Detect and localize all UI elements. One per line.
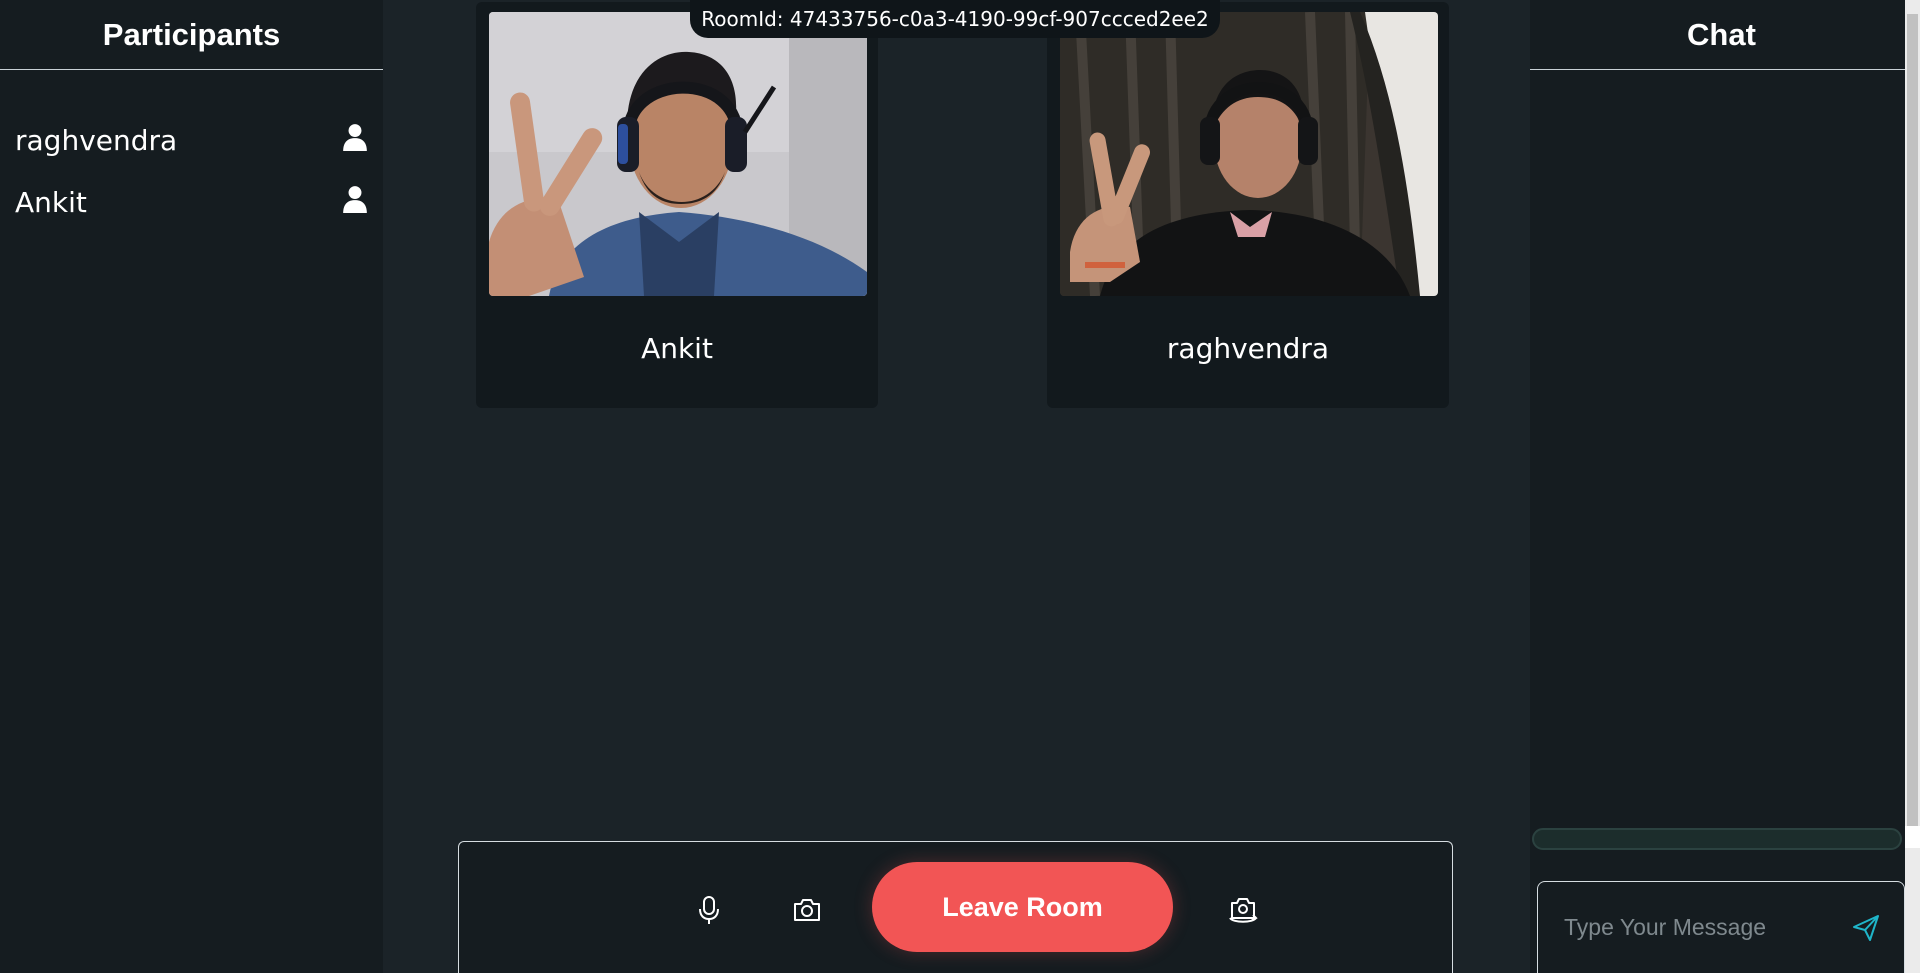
chat-title: Chat <box>1530 0 1913 70</box>
microphone-button[interactable] <box>689 890 729 930</box>
camera-button[interactable] <box>787 890 827 930</box>
microphone-icon <box>699 896 719 924</box>
leave-room-button[interactable]: Leave Room <box>872 862 1173 952</box>
switch-camera-button[interactable] <box>1223 890 1263 930</box>
chat-messages-scroll-indicator[interactable] <box>1532 828 1902 850</box>
scrollbar-marker <box>1905 826 1920 848</box>
video-participant-name: raghvendra <box>1166 332 1330 365</box>
video-tile: Ankit <box>476 2 878 408</box>
video-feed <box>489 12 867 296</box>
user-icon <box>342 185 368 220</box>
participant-name: raghvendra <box>15 123 178 157</box>
participants-panel: Participants raghvendra Ankit <box>0 0 383 973</box>
send-icon[interactable] <box>1850 912 1882 944</box>
room-id-badge: RoomId: 47433756-c0a3-4190-99cf-907ccced… <box>690 0 1220 38</box>
switch-camera-icon <box>1229 898 1258 923</box>
participant-item[interactable]: raghvendra <box>15 118 368 162</box>
scrollbar-thumb[interactable] <box>1907 14 1918 834</box>
chat-message-input[interactable] <box>1562 906 1846 948</box>
camera-icon <box>794 899 820 921</box>
video-participant-name: Ankit <box>641 332 713 365</box>
chat-input-box <box>1537 881 1905 973</box>
participant-name: Ankit <box>15 185 87 219</box>
participant-item[interactable]: Ankit <box>15 180 368 224</box>
video-stage: Ankit raghvendra Leave Room <box>383 0 1530 973</box>
video-feed <box>1060 12 1438 296</box>
user-icon <box>342 123 368 158</box>
video-tile: raghvendra <box>1047 2 1449 408</box>
call-controls-bar: Leave Room <box>458 841 1453 973</box>
participants-title: Participants <box>0 0 383 70</box>
